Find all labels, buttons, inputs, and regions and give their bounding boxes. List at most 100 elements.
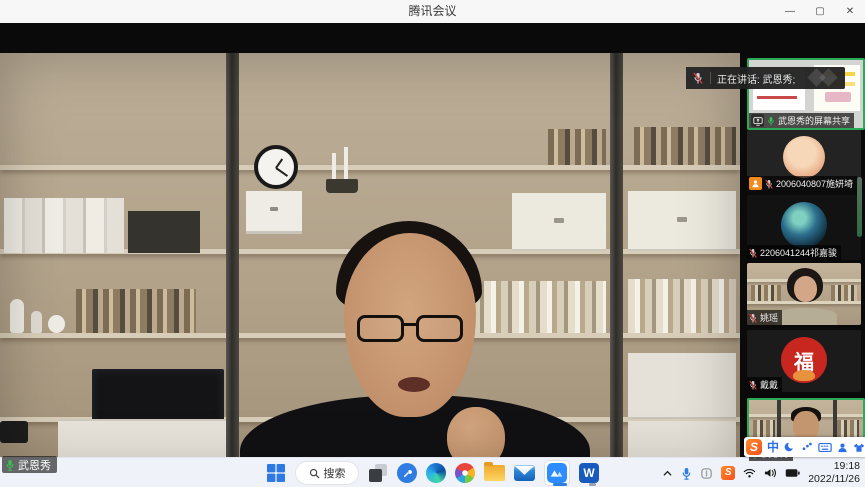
participant-avatar: 福 <box>781 337 827 383</box>
candle <box>332 153 336 179</box>
main-video-name: 武恩秀 <box>18 457 51 473</box>
tile-participant[interactable]: 姚瑶 <box>747 263 861 325</box>
sogou-logo-icon[interactable]: S <box>746 439 762 455</box>
participant-avatar <box>781 202 827 248</box>
search-placeholder: 搜索 <box>324 465 346 481</box>
meeting-running-indicator <box>553 483 567 486</box>
clock-date: 2022/11/26 <box>808 473 860 486</box>
mic-muted-icon <box>749 248 757 258</box>
taskbar-center-icons: 搜索 W <box>266 458 599 487</box>
wrench-icon <box>402 468 413 479</box>
file-explorer-button[interactable] <box>484 465 505 481</box>
mic-muted-icon <box>765 179 773 189</box>
sidebar-scrollbar[interactable] <box>857 177 862 237</box>
participant-name-label: 2006040807施妍埼 <box>747 176 857 191</box>
start-button[interactable] <box>266 463 286 483</box>
participant-name-label: 武恩秀的屏幕共享 <box>749 113 854 128</box>
tray-utility-icon[interactable] <box>700 467 713 480</box>
tile-participant[interactable]: 2206041244祁嘉骏 <box>747 195 861 260</box>
ime-toolbar[interactable]: S 中 <box>744 437 865 457</box>
mountains-glyph <box>548 464 566 482</box>
sogou-tray-icon[interactable]: S <box>721 466 735 480</box>
participant-name-label: 2206041244祁嘉骏 <box>747 245 841 260</box>
mic-muted-icon <box>749 380 757 390</box>
latch-box <box>628 191 736 251</box>
system-tray: S 19:18 2022/11/26 <box>662 458 860 487</box>
host-person-icon <box>749 177 762 190</box>
utility-tool-button[interactable] <box>397 463 417 483</box>
task-view-button[interactable] <box>368 463 388 483</box>
screen-share-icon <box>751 114 764 127</box>
moon-icon[interactable] <box>784 441 796 453</box>
tile-participant[interactable]: 2006040807施妍埼 <box>747 130 861 191</box>
close-button[interactable]: ✕ <box>835 0 865 23</box>
emoji-phrases-icon[interactable] <box>801 441 813 453</box>
person-glyph <box>751 179 760 188</box>
storage-box-dark <box>128 211 200 253</box>
mini-books <box>831 285 857 301</box>
wifi-icon[interactable] <box>743 467 756 479</box>
word-running-indicator <box>589 483 596 486</box>
ime-mode-chinese[interactable]: 中 <box>767 441 779 453</box>
account-icon[interactable] <box>837 442 848 453</box>
monitor-arrow-icon <box>753 116 763 126</box>
speaking-label: 正在讲话: 武恩秀; <box>711 71 801 86</box>
battery-icon[interactable] <box>785 468 800 478</box>
mini-books <box>837 420 859 438</box>
meeting-stage: 武恩秀 正在讲话: 武恩秀; <box>0 23 865 457</box>
participant-body <box>775 308 837 325</box>
latch-box <box>512 193 606 251</box>
tile-participant[interactable]: 福 戴戴 <box>747 330 861 392</box>
doc-figure <box>825 92 851 102</box>
mini-books <box>751 285 781 301</box>
books-row <box>548 129 606 165</box>
search-icon <box>309 468 320 479</box>
file-organizers <box>4 198 124 253</box>
taskbar-clock[interactable]: 19:18 2022/11/26 <box>808 460 860 485</box>
vase <box>31 311 42 333</box>
speaking-indicator-banner: 正在讲话: 武恩秀; <box>686 67 845 89</box>
bookshelf-post <box>610 53 623 473</box>
participant-name: 姚瑶 <box>760 311 778 324</box>
minimize-button[interactable]: — <box>775 0 805 23</box>
glasses-bridge <box>402 323 418 326</box>
word-app-button[interactable]: W <box>579 463 599 483</box>
glasses-lens <box>357 315 404 342</box>
mini-books <box>753 420 775 438</box>
candle-holder <box>326 179 358 193</box>
participant-name-label: 姚瑶 <box>747 310 782 325</box>
edge-browser-button[interactable] <box>426 463 446 483</box>
candle <box>344 147 348 179</box>
windows-taskbar: 搜索 W S <box>0 457 865 487</box>
speaker-icon[interactable] <box>764 467 777 479</box>
participant-name-label: 戴戴 <box>747 377 782 392</box>
mail-app-button[interactable] <box>514 465 535 481</box>
participant-name: 2206041244祁嘉骏 <box>760 246 837 259</box>
windows-logo-icon <box>266 463 286 483</box>
wall-clock <box>254 145 298 189</box>
tencent-meeting-window: 腾讯会议 — ▢ ✕ <box>0 0 865 487</box>
task-view-front-square <box>369 469 382 482</box>
books-row <box>76 289 196 333</box>
glasses-lens <box>416 315 463 342</box>
main-video-name-tag: 武恩秀 <box>2 456 57 473</box>
pot <box>48 315 65 333</box>
search-input[interactable]: 搜索 <box>295 461 359 485</box>
clock-time: 19:18 <box>808 460 860 473</box>
mic-on-icon <box>5 459 15 471</box>
skin-icon[interactable] <box>853 442 865 453</box>
storage-box-white <box>628 353 736 419</box>
participant-name: 2006040807施妍埼 <box>776 177 853 190</box>
window-title: 腾讯会议 <box>0 0 865 23</box>
keyboard-icon[interactable] <box>818 442 832 453</box>
bookshelf-post <box>226 53 239 473</box>
photos-app-button[interactable] <box>455 463 475 483</box>
maximize-button[interactable]: ▢ <box>805 0 835 23</box>
speaker-mouth <box>398 377 430 392</box>
main-speaker-video[interactable] <box>0 53 740 473</box>
mic-muted-icon <box>749 313 757 323</box>
tray-microphone-icon[interactable] <box>681 467 692 480</box>
tray-chevron-up-icon[interactable] <box>662 468 673 479</box>
camera-object <box>0 421 28 443</box>
speaker-glasses <box>354 315 472 345</box>
